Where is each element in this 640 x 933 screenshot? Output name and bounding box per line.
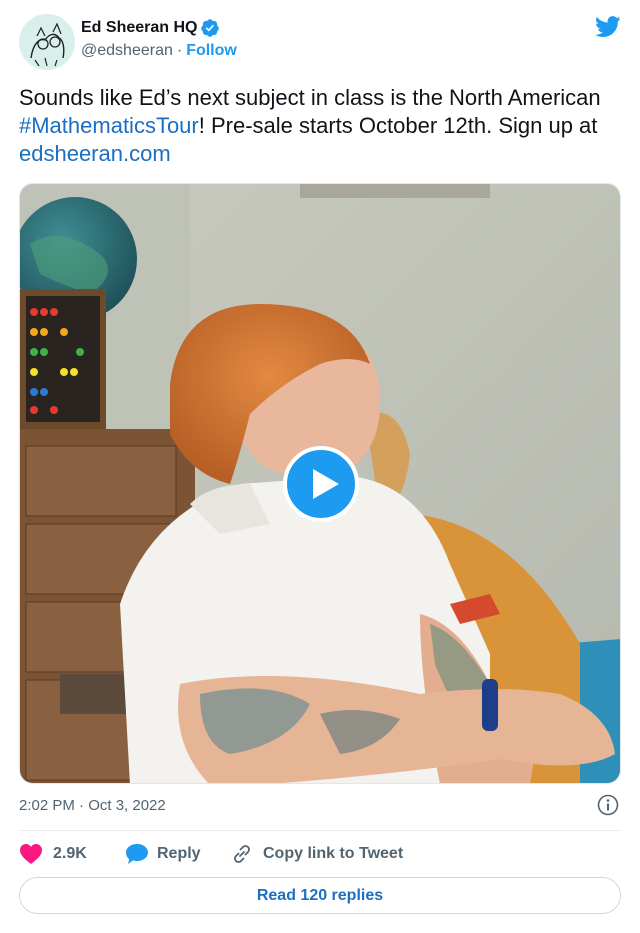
handle[interactable]: @edsheeran (81, 42, 173, 60)
separator: · (176, 42, 183, 59)
tweet-text: Sounds like Ed’s next subject in class i… (19, 84, 619, 168)
play-button[interactable] (283, 446, 359, 522)
tweet-text-part2: ! Pre-sale starts October 12th. Sign up … (198, 113, 598, 138)
play-icon (313, 469, 339, 499)
copy-link-label: Copy link to Tweet (263, 845, 404, 862)
timestamp[interactable]: 2:02 PM · Oct 3, 2022 (19, 797, 166, 814)
video-player[interactable] (19, 183, 621, 784)
reply-label: Reply (157, 845, 201, 862)
like-button[interactable]: 2.9K (19, 842, 125, 866)
info-icon[interactable] (597, 794, 619, 816)
action-bar: 2.9K Reply Copy link to Tweet (19, 842, 621, 866)
speech-bubble-icon (126, 844, 148, 864)
hashtag-link[interactable]: #MathematicsTour (19, 113, 199, 138)
read-replies-button[interactable]: Read 120 replies (19, 877, 621, 914)
website-link[interactable]: edsheeran.com (19, 141, 171, 166)
reply-button[interactable]: Reply (125, 842, 231, 866)
display-name[interactable]: Ed Sheeran HQ (81, 19, 197, 37)
avatar[interactable] (19, 14, 75, 70)
heart-icon (20, 844, 42, 864)
tweet-meta: 2:02 PM · Oct 3, 2022 (19, 794, 621, 816)
tweet-header: Ed Sheeran HQ @edsheeran · Follow (19, 14, 621, 72)
divider (19, 830, 621, 831)
tweet-text-part1: Sounds like Ed’s next subject in class i… (19, 85, 601, 110)
tweet-card: Ed Sheeran HQ @edsheeran · Follow Sounds… (0, 0, 640, 933)
twitter-bird-icon[interactable] (595, 16, 621, 38)
link-icon (234, 845, 250, 863)
copy-link-button[interactable]: Copy link to Tweet (231, 842, 403, 866)
follow-button[interactable]: Follow (186, 42, 237, 60)
author-info: Ed Sheeran HQ @edsheeran · Follow (81, 18, 237, 61)
like-count: 2.9K (53, 845, 87, 862)
verified-badge-icon (200, 18, 220, 38)
